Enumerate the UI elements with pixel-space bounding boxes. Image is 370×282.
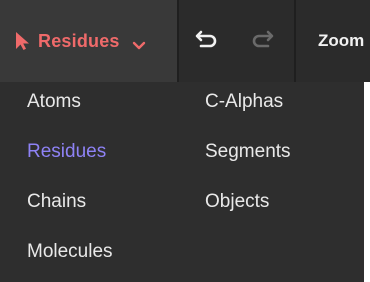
redo-icon (250, 28, 274, 55)
menu-item-molecules[interactable]: Molecules (27, 241, 113, 263)
pointer-icon (14, 31, 30, 51)
app-window: Residues Zoom Atoms Residues Chains Mole… (0, 0, 370, 282)
redo-button[interactable] (236, 0, 288, 82)
undo-icon (195, 28, 219, 55)
menu-item-atoms[interactable]: Atoms (27, 91, 81, 113)
toolbar: Residues Zoom (0, 0, 370, 82)
chevron-down-icon (132, 38, 146, 50)
menu-item-objects[interactable]: Objects (205, 191, 269, 213)
selection-mode-label: Residues (38, 30, 120, 51)
undo-button[interactable] (181, 0, 233, 82)
menu-item-residues[interactable]: Residues (27, 141, 106, 163)
selection-mode-dropdown: Atoms Residues Chains Molecules C-Alphas… (0, 82, 370, 282)
toolbar-divider (177, 0, 179, 82)
zoom-button[interactable]: Zoom (296, 0, 370, 82)
selection-mode-button[interactable]: Residues (0, 0, 177, 82)
menu-item-chains[interactable]: Chains (27, 191, 86, 213)
menu-item-c-alphas[interactable]: C-Alphas (205, 91, 283, 113)
menu-item-segments[interactable]: Segments (205, 141, 291, 163)
